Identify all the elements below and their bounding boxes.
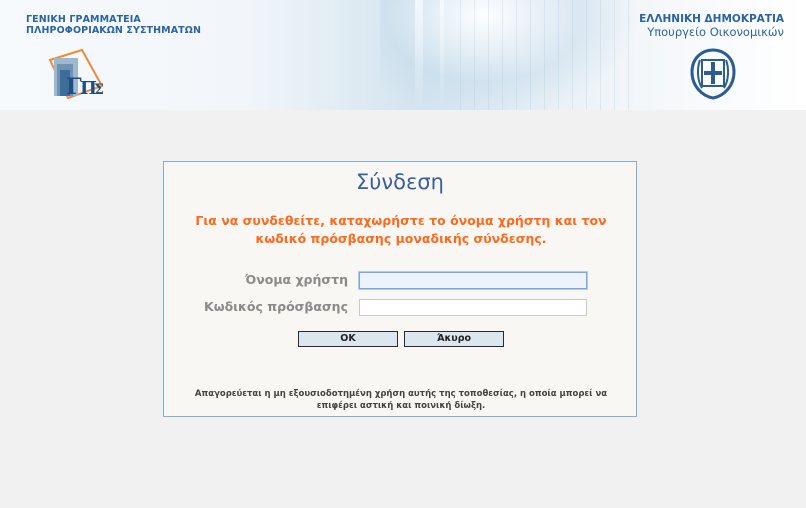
legal-warning: Απαγορεύεται η μη εξουσιοδοτημένη χρήση … bbox=[194, 389, 608, 411]
login-title: Σύνδεση bbox=[356, 170, 444, 194]
org-name-right: ΕΛΛΗΝΙΚΗ ΔΗΜΟΚΡΑΤΙΑ Υπουργείο Οικονομικώ… bbox=[639, 13, 784, 39]
page-header: ΓΕΝΙΚΗ ΓΡΑΜΜΑΤΕΙΑ ΠΛΗΡΟΦΟΡΙΑΚΩΝ ΣΥΣΤΗΜΑΤ… bbox=[0, 0, 806, 110]
cancel-button[interactable]: Άκυρο bbox=[404, 331, 504, 347]
header-ray bbox=[440, 0, 444, 110]
username-label: Όνομα χρήστη bbox=[245, 272, 348, 287]
login-panel: Σύνδεση Για να συνδεθείτε, καταχωρήστε τ… bbox=[163, 161, 637, 417]
org-left-line1: ΓΕΝΙΚΗ ΓΡΑΜΜΑΤΕΙΑ bbox=[26, 14, 141, 25]
ok-button[interactable]: OK bbox=[298, 331, 398, 347]
password-label: Κωδικός πρόσβασης bbox=[204, 299, 348, 314]
org-left-line2: ΠΛΗΡΟΦΟΡΙΑΚΩΝ ΣΥΣΤΗΜΑΤΩΝ bbox=[26, 25, 201, 36]
gsis-logo-icon: Γ Π Σ bbox=[46, 44, 108, 102]
header-ray bbox=[415, 0, 423, 110]
org-name-left: ΓΕΝΙΚΗ ΓΡΑΜΜΑΤΕΙΑ ΠΛΗΡΟΦΟΡΙΑΚΩΝ ΣΥΣΤΗΜΑΤ… bbox=[26, 14, 201, 36]
login-instructions: Για να συνδεθείτε, καταχωρήστε το όνομα … bbox=[195, 213, 607, 246]
org-right-line2: Υπουργείο Οικονομικών bbox=[647, 25, 784, 39]
header-stripes bbox=[460, 0, 630, 110]
password-input[interactable] bbox=[359, 299, 587, 316]
svg-text:Σ: Σ bbox=[94, 82, 104, 98]
username-input[interactable] bbox=[359, 272, 587, 289]
greek-coat-of-arms-icon bbox=[688, 48, 738, 100]
